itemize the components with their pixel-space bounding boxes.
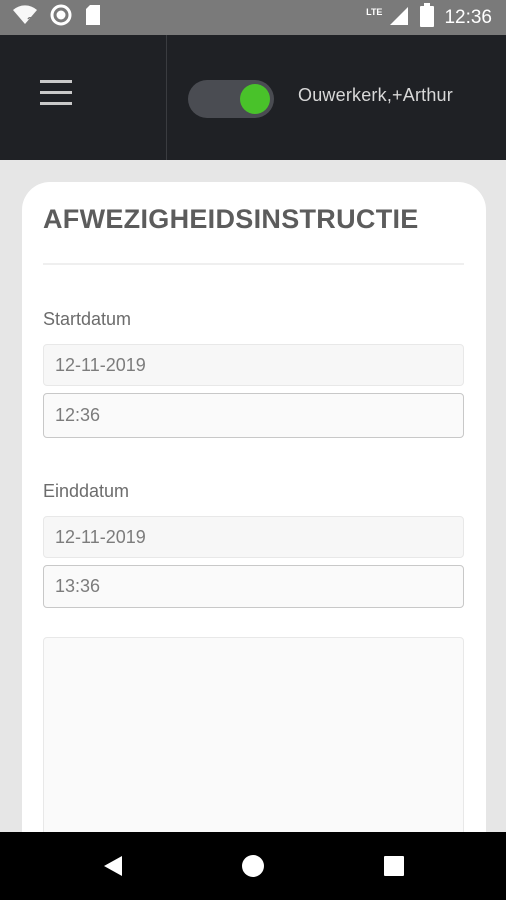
end-time-field[interactable] xyxy=(43,565,464,608)
status-bar: ? LTE 12:36 xyxy=(0,0,506,35)
start-date-label: Startdatum xyxy=(43,309,132,329)
home-icon[interactable] xyxy=(223,832,283,900)
title-divider xyxy=(43,263,464,265)
battery-icon xyxy=(420,3,435,32)
status-toggle[interactable] xyxy=(188,80,274,118)
user-name: Ouwerkerk,+Arthur xyxy=(298,85,453,105)
status-time: 12:36 xyxy=(444,6,492,28)
network-type: LTE xyxy=(366,6,383,17)
header-divider xyxy=(166,35,167,160)
wifi-question-icon: ? xyxy=(12,4,38,31)
end-date-field[interactable] xyxy=(43,516,464,558)
absence-instruction-card: AFWEZIGHEIDSINSTRUCTIE Startdatum Eindda… xyxy=(22,182,486,897)
end-date-label: Einddatum xyxy=(43,481,130,501)
system-nav-bar xyxy=(0,832,506,900)
svg-text:?: ? xyxy=(27,16,33,26)
app-header: Ouwerkerk,+Arthur xyxy=(0,35,506,160)
start-date-field[interactable] xyxy=(43,344,464,386)
sd-card-icon xyxy=(84,4,102,31)
back-icon[interactable] xyxy=(83,832,143,900)
signal-icon xyxy=(388,4,410,31)
circle-status-icon xyxy=(50,4,72,31)
hamburger-menu-icon[interactable] xyxy=(38,80,74,112)
start-time-field[interactable] xyxy=(43,393,464,438)
recents-icon[interactable] xyxy=(364,832,424,900)
toggle-knob xyxy=(240,84,270,114)
page-title: AFWEZIGHEIDSINSTRUCTIE xyxy=(43,204,419,234)
